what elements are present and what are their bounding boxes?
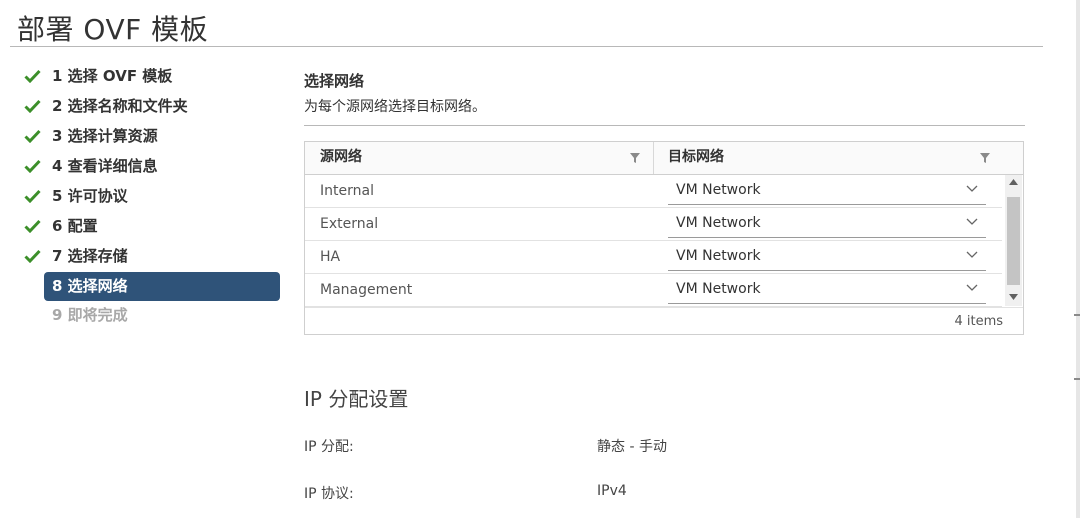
table-row: Internal VM Network (305, 175, 1002, 208)
step-4[interactable]: 4 查看详细信息 (24, 152, 284, 182)
chevron-down-icon (966, 185, 978, 192)
ip-allocation-value: 静态 - 手动 (597, 439, 667, 455)
source-network: Internal (320, 183, 374, 199)
source-network: External (320, 216, 379, 232)
window-edge (1076, 0, 1080, 518)
grid-footer: 4 items (305, 307, 1023, 335)
selected-value: VM Network (676, 215, 761, 231)
step-8-active[interactable]: 8 选择网络 (44, 272, 280, 301)
scroll-down-arrow-icon[interactable] (1009, 294, 1018, 300)
step-label: 8 选择网络 (52, 277, 128, 295)
step-label: 1 选择 OVF 模板 (52, 67, 173, 85)
chevron-down-icon (966, 284, 978, 291)
item-count: 4 items (954, 314, 1003, 329)
scrollbar-thumb[interactable] (1007, 197, 1020, 285)
column-header-destination[interactable]: 目标网络 (668, 142, 724, 174)
network-mapping-grid: 源网络 目标网络 Internal VM Network External VM… (304, 141, 1024, 335)
check-icon (24, 159, 41, 173)
check-icon (24, 129, 41, 143)
step-9: 9 即将完成 (24, 301, 284, 331)
step-label: 2 选择名称和文件夹 (52, 97, 188, 115)
step-label: 3 选择计算资源 (52, 127, 158, 145)
chevron-down-icon (966, 251, 978, 258)
ip-protocol-value: IPv4 (597, 483, 627, 499)
table-row: External VM Network (305, 208, 1002, 241)
check-icon (24, 99, 41, 113)
grid-rows: Internal VM Network External VM Network … (305, 175, 1002, 307)
table-row: HA VM Network (305, 241, 1002, 274)
destination-network-select[interactable]: VM Network (668, 274, 986, 304)
check-icon (24, 219, 41, 233)
step-5[interactable]: 5 许可协议 (24, 182, 284, 212)
step-1[interactable]: 1 选择 OVF 模板 (24, 62, 284, 92)
chevron-down-icon (966, 218, 978, 225)
section-description: 为每个源网络选择目标网络。 (304, 99, 486, 115)
scroll-up-arrow-icon[interactable] (1009, 179, 1018, 185)
wizard-steps: 1 选择 OVF 模板 2 选择名称和文件夹 3 选择计算资源 4 查看详细信息… (24, 62, 284, 331)
step-label: 4 查看详细信息 (52, 157, 158, 175)
wizard-title: 部署 OVF 模板 (17, 13, 209, 46)
ip-protocol-label: IP 协议: (304, 486, 354, 502)
destination-network-select[interactable]: VM Network (668, 241, 986, 271)
step-label: 9 即将完成 (52, 306, 128, 324)
section-divider (304, 125, 1025, 126)
table-row: Management VM Network (305, 274, 1002, 307)
destination-network-select[interactable]: VM Network (668, 208, 986, 238)
title-divider (10, 46, 1043, 47)
filter-icon[interactable] (979, 152, 991, 164)
step-label: 5 许可协议 (52, 187, 128, 205)
step-6[interactable]: 6 配置 (24, 212, 284, 242)
step-label: 7 选择存储 (52, 247, 128, 265)
selected-value: VM Network (676, 248, 761, 264)
edge-mark (1074, 378, 1080, 380)
vertical-scrollbar[interactable] (1005, 175, 1022, 306)
section-title: 选择网络 (304, 72, 365, 90)
source-network: Management (320, 282, 413, 298)
destination-network-select[interactable]: VM Network (668, 175, 986, 205)
check-icon (24, 189, 41, 203)
step-label: 6 配置 (52, 217, 98, 235)
check-icon (24, 249, 41, 263)
column-header-source[interactable]: 源网络 (320, 142, 362, 174)
edge-mark (1074, 314, 1080, 316)
ip-settings-title: IP 分配设置 (304, 387, 409, 411)
step-7[interactable]: 7 选择存储 (24, 242, 284, 272)
step-2[interactable]: 2 选择名称和文件夹 (24, 92, 284, 122)
filter-icon[interactable] (629, 152, 641, 164)
step-3[interactable]: 3 选择计算资源 (24, 122, 284, 152)
grid-header: 源网络 目标网络 (305, 142, 1023, 175)
column-resize-handle[interactable] (653, 142, 654, 174)
source-network: HA (320, 249, 341, 265)
selected-value: VM Network (676, 182, 761, 198)
ip-allocation-label: IP 分配: (304, 439, 354, 455)
check-icon (24, 69, 41, 83)
selected-value: VM Network (676, 281, 761, 297)
